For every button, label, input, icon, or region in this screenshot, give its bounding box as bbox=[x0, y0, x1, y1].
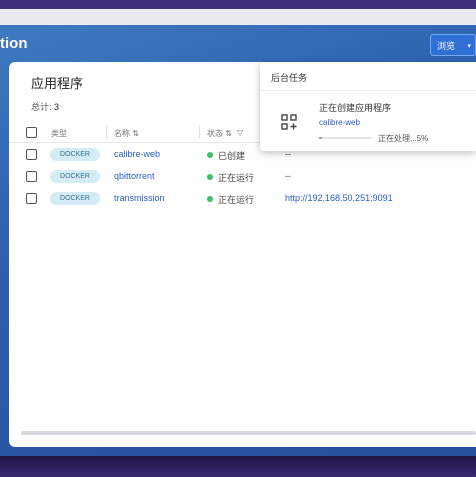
background-tasks-popup: 后台任务 正在创建应用程序 calibre-web 正在处理...5% bbox=[260, 62, 476, 151]
app-url-link[interactable]: http://192.168.50.251:9091 bbox=[285, 193, 393, 203]
browse-button[interactable]: 浏览 ▾ bbox=[430, 34, 476, 56]
status-dot bbox=[207, 152, 213, 158]
type-badge: DOCKER bbox=[50, 148, 100, 161]
status-dot bbox=[207, 174, 213, 180]
app-name-link[interactable]: qbittorrent bbox=[114, 171, 155, 181]
app-name-link[interactable]: calibre-web bbox=[114, 149, 160, 159]
type-badge: DOCKER bbox=[50, 192, 100, 205]
status-dot bbox=[207, 196, 213, 202]
total-value: 3 bbox=[54, 102, 60, 112]
total-label: 总计: bbox=[31, 102, 52, 112]
app-title: tion bbox=[0, 35, 28, 52]
row-checkbox[interactable] bbox=[26, 171, 37, 182]
status-text: 正在运行 bbox=[218, 173, 255, 183]
column-header-type[interactable]: 类型 bbox=[51, 128, 67, 139]
bottom-strip bbox=[0, 456, 476, 477]
column-divider bbox=[106, 126, 107, 138]
status-text: 正在运行 bbox=[218, 195, 255, 205]
apps-add-icon bbox=[281, 114, 297, 130]
browse-button-label: 浏览 bbox=[437, 40, 456, 51]
task-app-name: calibre-web bbox=[319, 118, 360, 127]
column-header-name[interactable]: 名称 ⇅ bbox=[114, 128, 139, 139]
row-checkbox[interactable] bbox=[26, 193, 37, 204]
filter-icon[interactable]: ▽ bbox=[237, 128, 243, 137]
app-name-link[interactable]: transmission bbox=[114, 193, 165, 203]
table-row[interactable]: DOCKER transmission 正在运行 http://192.168.… bbox=[9, 187, 476, 209]
column-divider bbox=[199, 126, 200, 138]
tasks-title: 后台任务 bbox=[271, 73, 308, 83]
progress-bar bbox=[319, 137, 371, 139]
progress-fill bbox=[319, 137, 322, 139]
type-badge: DOCKER bbox=[50, 170, 100, 183]
total-count: 总计: 3 bbox=[31, 100, 59, 113]
status-text: 已创建 bbox=[218, 151, 246, 161]
window-top-bar bbox=[0, 9, 476, 25]
column-header-status[interactable]: 状态 ⇅ bbox=[207, 128, 232, 139]
row-checkbox[interactable] bbox=[26, 149, 37, 160]
chevron-down-icon[interactable]: ▾ bbox=[467, 42, 471, 50]
port-value: -- bbox=[285, 171, 291, 181]
top-strip bbox=[0, 0, 476, 9]
task-name: 正在创建应用程序 bbox=[319, 103, 392, 113]
page-title: 应用程序 bbox=[31, 76, 84, 91]
select-all-checkbox[interactable] bbox=[26, 127, 37, 138]
progress-text: 正在处理...5% bbox=[378, 134, 429, 143]
table-row[interactable]: DOCKER qbittorrent 正在运行 -- bbox=[9, 165, 476, 187]
divider bbox=[260, 90, 476, 91]
horizontal-scrollbar[interactable] bbox=[21, 431, 476, 435]
